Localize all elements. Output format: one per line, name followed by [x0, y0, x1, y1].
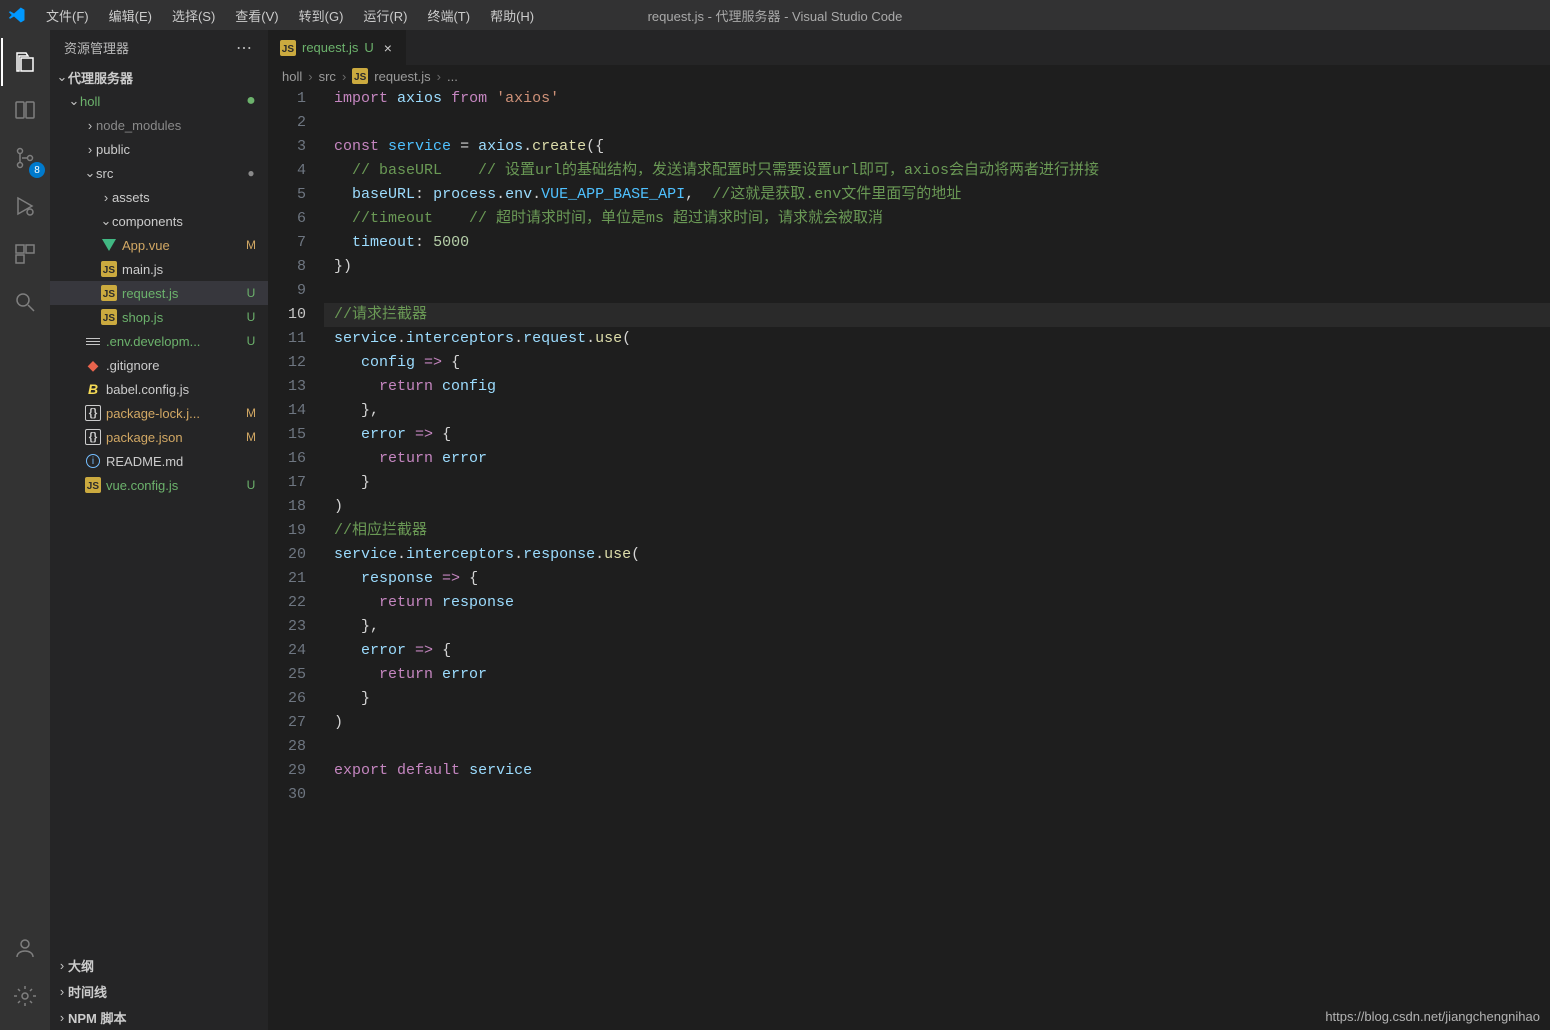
- folder-assets[interactable]: › assets: [50, 185, 268, 209]
- breadcrumb-item[interactable]: ...: [447, 69, 458, 84]
- chevron-right-icon: ›: [84, 118, 96, 133]
- file-main-js[interactable]: JS main.js: [50, 257, 268, 281]
- folder-holl[interactable]: ⌄ holl ●: [50, 89, 268, 113]
- file-package-lock[interactable]: {} package-lock.j... M: [50, 401, 268, 425]
- menu-go[interactable]: 转到(G): [289, 2, 354, 29]
- menu-view[interactable]: 查看(V): [225, 2, 288, 29]
- close-icon[interactable]: ×: [380, 40, 396, 56]
- js-icon: JS: [280, 40, 296, 56]
- folder-src[interactable]: ⌄ src ●: [50, 161, 268, 185]
- js-icon: JS: [352, 68, 368, 84]
- git-icon: ◆: [84, 357, 102, 374]
- js-icon: JS: [84, 477, 102, 493]
- sidebar-bottom-panels: › 大纲 › 时间线 › NPM 脚本: [50, 952, 268, 1030]
- watermark-text: https://blog.csdn.net/jiangchengnihao: [1325, 1009, 1540, 1024]
- chevron-right-icon: ›: [56, 958, 68, 973]
- file-package-json[interactable]: {} package.json M: [50, 425, 268, 449]
- file-shop-js[interactable]: JS shop.js U: [50, 305, 268, 329]
- breadcrumb-item[interactable]: src: [319, 69, 336, 84]
- chevron-right-icon: ›: [342, 69, 346, 84]
- file-vue-config[interactable]: JS vue.config.js U: [50, 473, 268, 497]
- menu-run[interactable]: 运行(R): [353, 2, 417, 29]
- activitybar: 8: [0, 30, 50, 1030]
- git-status: U: [242, 286, 260, 300]
- activity-search-icon[interactable]: [1, 278, 49, 326]
- editor-tabs: JS request.js U ×: [268, 30, 1550, 65]
- menubar: 文件(F) 编辑(E) 选择(S) 查看(V) 转到(G) 运行(R) 终端(T…: [36, 2, 544, 29]
- more-actions-icon[interactable]: ⋯: [236, 38, 254, 58]
- panel-outline[interactable]: › 大纲: [50, 952, 268, 978]
- tab-request-js[interactable]: JS request.js U ×: [268, 30, 407, 65]
- js-icon: JS: [100, 309, 118, 325]
- activity-explorer[interactable]: [1, 38, 49, 86]
- file-gitignore[interactable]: ◆ .gitignore: [50, 353, 268, 377]
- project-root[interactable]: ⌄ 代理服务器: [50, 65, 268, 89]
- git-dirty-dot-icon: ●: [242, 166, 260, 180]
- vscode-logo-icon: [8, 6, 26, 24]
- line-number-gutter: 1234567891011121314151617181920212223242…: [268, 87, 324, 1030]
- git-status: U: [242, 478, 260, 492]
- json-icon: {}: [84, 429, 102, 445]
- breadcrumb-item[interactable]: request.js: [374, 69, 430, 84]
- panel-timeline[interactable]: › 时间线: [50, 978, 268, 1004]
- activity-source-control[interactable]: 8: [1, 134, 49, 182]
- json-icon: {}: [84, 405, 102, 421]
- git-status: M: [242, 406, 260, 420]
- folder-label: holl: [80, 94, 242, 109]
- chevron-down-icon: ⌄: [56, 69, 68, 85]
- menu-edit[interactable]: 编辑(E): [99, 2, 162, 29]
- git-status: M: [242, 430, 260, 444]
- chevron-right-icon: ›: [100, 190, 112, 205]
- activity-book-icon[interactable]: [1, 86, 49, 134]
- titlebar: 文件(F) 编辑(E) 选择(S) 查看(V) 转到(G) 运行(R) 终端(T…: [0, 0, 1550, 30]
- menu-select[interactable]: 选择(S): [162, 2, 225, 29]
- activity-extensions[interactable]: [1, 230, 49, 278]
- folder-public[interactable]: › public: [50, 137, 268, 161]
- file-request-js[interactable]: JS request.js U: [50, 281, 268, 305]
- file-app-vue[interactable]: App.vue M: [50, 233, 268, 257]
- menu-file[interactable]: 文件(F): [36, 2, 99, 29]
- breadcrumbs[interactable]: holl › src › JS request.js › ...: [268, 65, 1550, 87]
- chevron-down-icon: ⌄: [68, 93, 80, 109]
- chevron-right-icon: ›: [56, 1010, 68, 1025]
- git-status: U: [242, 310, 260, 324]
- js-icon: JS: [100, 285, 118, 301]
- git-status: U: [242, 334, 260, 348]
- folder-components[interactable]: ⌄ components: [50, 209, 268, 233]
- menu-terminal[interactable]: 终端(T): [417, 2, 480, 29]
- sidebar-explorer: 资源管理器 ⋯ ⌄ 代理服务器 ⌄ holl ● › node_modules …: [50, 30, 268, 1030]
- chevron-right-icon: ›: [437, 69, 441, 84]
- breadcrumb-item[interactable]: holl: [282, 69, 302, 84]
- file-babel-config[interactable]: B babel.config.js: [50, 377, 268, 401]
- chevron-down-icon: ⌄: [100, 213, 112, 229]
- activity-accounts[interactable]: [1, 924, 49, 972]
- chevron-right-icon: ›: [84, 142, 96, 157]
- babel-icon: B: [84, 381, 102, 397]
- panel-npm-scripts[interactable]: › NPM 脚本: [50, 1004, 268, 1030]
- file-env-dev[interactable]: .env.developm... U: [50, 329, 268, 353]
- chevron-right-icon: ›: [308, 69, 312, 84]
- chevron-right-icon: ›: [56, 984, 68, 999]
- git-dirty-dot-icon: ●: [242, 93, 260, 109]
- activity-run-debug[interactable]: [1, 182, 49, 230]
- sidebar-title: 资源管理器: [64, 38, 129, 57]
- git-status: M: [242, 238, 260, 252]
- file-tree: ⌄ 代理服务器 ⌄ holl ● › node_modules › public…: [50, 65, 268, 952]
- menu-help[interactable]: 帮助(H): [480, 2, 544, 29]
- file-readme[interactable]: i README.md: [50, 449, 268, 473]
- folder-node-modules[interactable]: › node_modules: [50, 113, 268, 137]
- project-name: 代理服务器: [68, 68, 260, 87]
- js-icon: JS: [100, 261, 118, 277]
- env-icon: [84, 338, 102, 345]
- activity-settings[interactable]: [1, 972, 49, 1020]
- info-icon: i: [84, 454, 102, 468]
- code-content[interactable]: import axios from 'axios' const service …: [324, 87, 1550, 1030]
- window-title: request.js - 代理服务器 - Visual Studio Code: [648, 6, 903, 25]
- editor: JS request.js U × holl › src › JS reques…: [268, 30, 1550, 1030]
- code-editor[interactable]: 1234567891011121314151617181920212223242…: [268, 87, 1550, 1030]
- chevron-down-icon: ⌄: [84, 165, 96, 181]
- sidebar-header: 资源管理器 ⋯: [50, 30, 268, 65]
- vue-icon: [100, 239, 118, 251]
- scm-badge: 8: [29, 162, 45, 178]
